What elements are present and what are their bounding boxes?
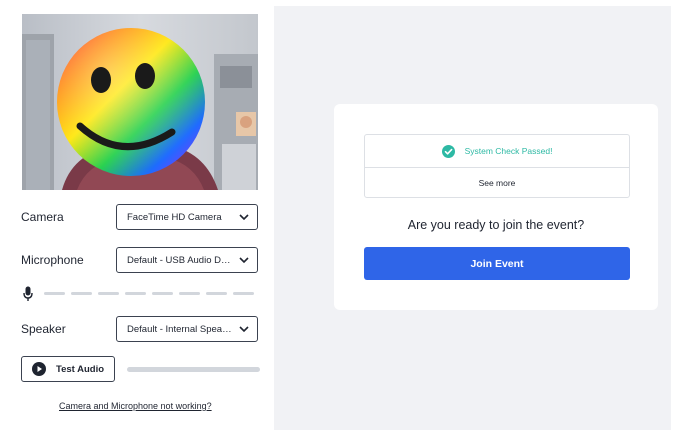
microphone-level-meter (22, 286, 260, 302)
level-segment (125, 292, 146, 295)
level-segment (233, 292, 254, 295)
level-segment (98, 292, 119, 295)
join-event-button[interactable]: Join Event (364, 247, 630, 280)
check-circle-icon (441, 144, 455, 158)
level-segment (44, 292, 65, 295)
join-card: System Check Passed! See more Are you re… (334, 104, 658, 310)
microphone-select-value: Default - USB Audio Device (127, 254, 235, 266)
level-segment (71, 292, 92, 295)
microphone-select[interactable]: Default - USB Audio Device (116, 247, 258, 273)
level-segment (152, 292, 173, 295)
speaker-select[interactable]: Default - Internal Speakers (116, 316, 258, 342)
speaker-select-value: Default - Internal Speakers (127, 323, 235, 335)
chevron-down-icon (239, 257, 249, 264)
microphone-label: Microphone (21, 253, 84, 267)
speaker-label: Speaker (21, 322, 66, 336)
level-segment (179, 292, 200, 295)
camera-preview-image (22, 14, 258, 190)
test-audio-button[interactable]: Test Audio (21, 356, 115, 382)
camera-mic-help-link[interactable]: Camera and Microphone not working? (59, 401, 212, 411)
chevron-down-icon (239, 326, 249, 333)
system-check-status: System Check Passed! (365, 135, 629, 168)
test-audio-progress (127, 367, 260, 372)
camera-select-value: FaceTime HD Camera (127, 211, 222, 223)
microphone-icon (23, 286, 33, 301)
level-segment (206, 292, 227, 295)
see-more-link[interactable]: See more (365, 168, 629, 198)
camera-label: Camera (21, 210, 64, 224)
join-prompt: Are you ready to join the event? (407, 218, 585, 232)
camera-preview (22, 14, 258, 190)
play-icon (32, 362, 46, 376)
device-check-page: Camera FaceTime HD Camera Microphone Def… (0, 0, 675, 430)
camera-select[interactable]: FaceTime HD Camera (116, 204, 258, 230)
system-check-box: System Check Passed! See more (364, 134, 630, 198)
test-audio-label: Test Audio (56, 363, 105, 375)
chevron-down-icon (239, 214, 249, 221)
system-check-text: System Check Passed! (464, 146, 553, 156)
